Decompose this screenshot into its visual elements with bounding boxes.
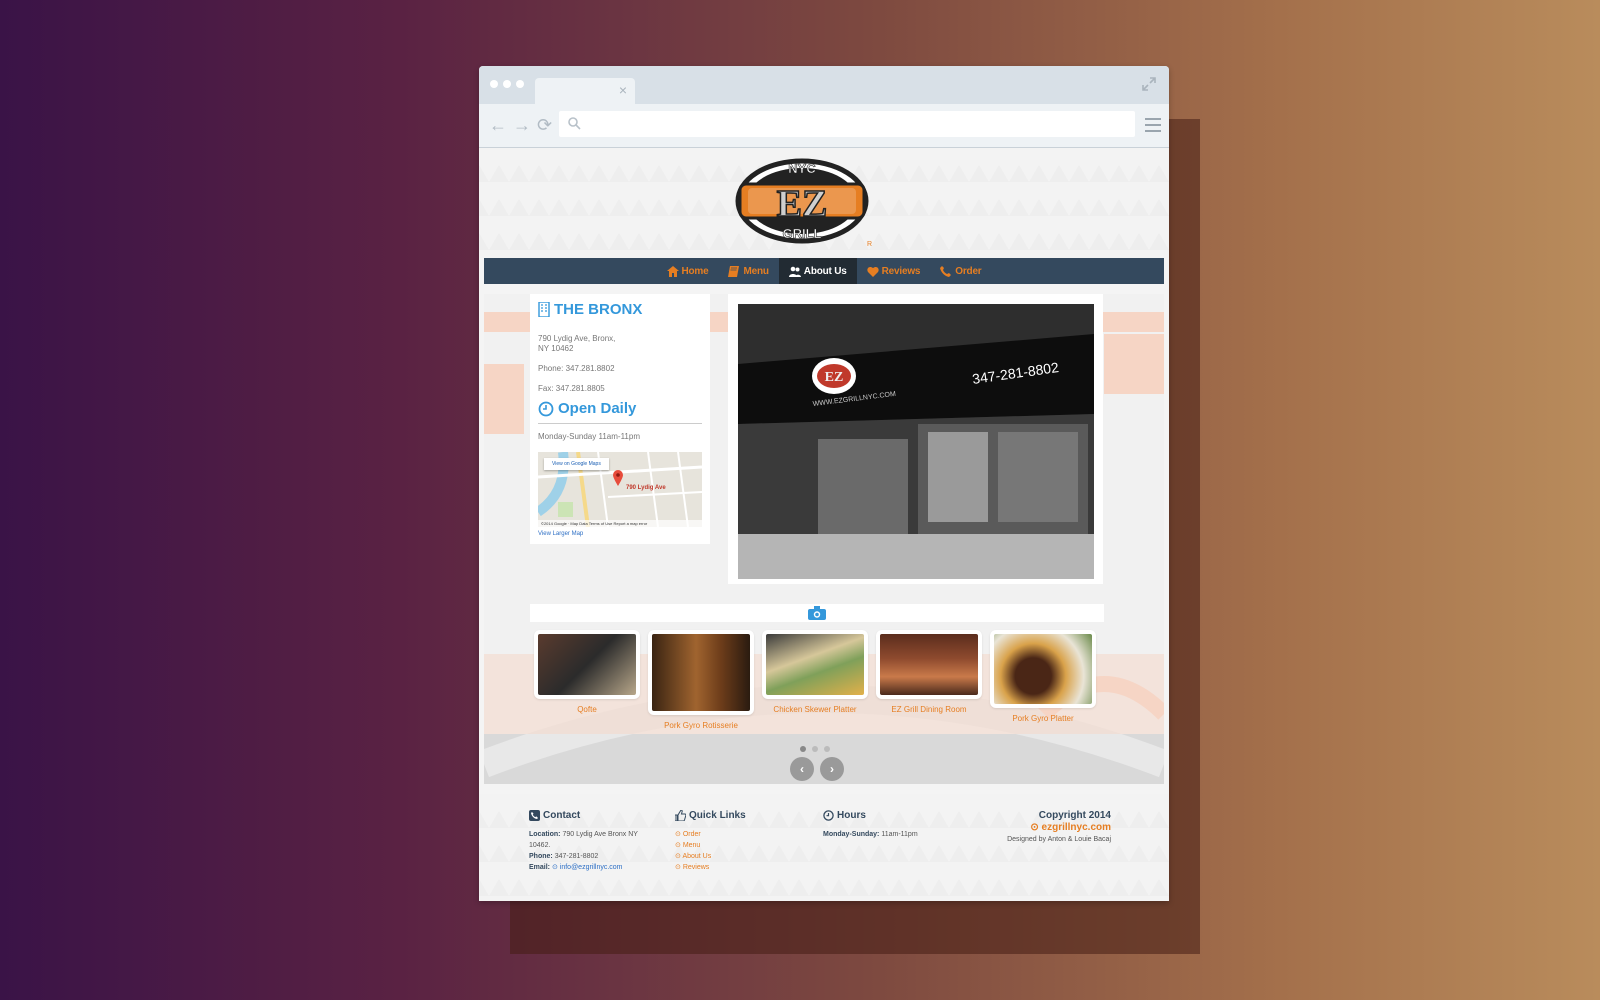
- location-title: THE BRONX: [538, 301, 702, 318]
- pager-dot[interactable]: [824, 746, 830, 752]
- email-link[interactable]: ⊙ info@ezgrillnyc.com: [552, 864, 623, 871]
- footer-copyright: Copyright 2014 ⊙ ezgrillnyc.com Designed…: [1007, 810, 1111, 843]
- search-icon: [568, 117, 581, 130]
- building-icon: [538, 302, 550, 317]
- footer-link-about-us[interactable]: ⊙ About Us: [675, 851, 795, 862]
- view-larger-map-link[interactable]: View Larger Map: [538, 531, 583, 537]
- forward-icon[interactable]: →: [513, 116, 531, 134]
- map-footer: ©2014 Google · Map Data Terms of Use Rep…: [538, 520, 702, 527]
- nav-menu[interactable]: Menu: [718, 258, 778, 284]
- pork-gyro-platter-photo: [994, 634, 1092, 704]
- ez-grill-logo[interactable]: NYC EZ GRILL R: [732, 156, 872, 248]
- site-header: NYC EZ GRILL R: [479, 148, 1169, 258]
- users-icon: [788, 266, 801, 277]
- chicken-skewer-platter-photo: [766, 634, 864, 695]
- storefront-photo: EZ WWW.EZGRILLNYC.COM 347-281-8802: [738, 304, 1094, 579]
- gallery-item[interactable]: Qofte: [534, 630, 640, 714]
- footer-quick-links-title: Quick Links: [675, 810, 795, 821]
- google-map[interactable]: View on Google Maps 790 Lydig Ave ©2014 …: [538, 452, 702, 527]
- footer-hours: Hours Monday-Sunday: 11am-11pm: [823, 810, 963, 840]
- map-pin-label: 790 Lydig Ave: [626, 485, 666, 491]
- footer-link-order[interactable]: ⊙ Order: [675, 829, 795, 840]
- browser-toolbar: ← → ⟳: [479, 104, 1169, 148]
- carousel-arrows: ‹ ›: [790, 757, 844, 781]
- location-address: 790 Lydig Ave, Bronx, NY 10462: [538, 334, 616, 353]
- svg-text:EZ: EZ: [777, 183, 828, 225]
- pager-dot[interactable]: [812, 746, 818, 752]
- footer-contact: Contact Location: 790 Lydig Ave Bronx NY…: [529, 810, 649, 873]
- svg-text:R: R: [867, 241, 872, 248]
- heart-icon: [867, 266, 879, 277]
- gallery-item[interactable]: EZ Grill Dining Room: [876, 630, 982, 714]
- footer-link-reviews[interactable]: ⊙ Reviews: [675, 862, 795, 873]
- carousel-pager: [800, 746, 830, 752]
- dining-room-photo: [880, 634, 978, 695]
- svg-text:GRILL: GRILL: [783, 226, 822, 241]
- qofte-photo: [538, 634, 636, 695]
- gallery-item[interactable]: Chicken Skewer Platter: [762, 630, 868, 714]
- thumbs-up-icon: [675, 810, 686, 821]
- pager-dot[interactable]: [800, 746, 806, 752]
- open-daily-title: Open Daily: [538, 400, 702, 424]
- storefront-photo-frame: EZ WWW.EZGRILLNYC.COM 347-281-8802: [728, 294, 1103, 584]
- web-page: NYC EZ GRILL R Home Menu About Us Review…: [479, 148, 1169, 901]
- browser-tab-strip: ×: [479, 66, 1169, 104]
- nav-about-us[interactable]: About Us: [778, 258, 857, 284]
- expand-icon[interactable]: [1141, 76, 1157, 92]
- back-icon[interactable]: ←: [489, 116, 507, 134]
- home-icon: [666, 265, 679, 277]
- hamburger-menu-icon[interactable]: [1145, 118, 1161, 132]
- svg-text:EZ: EZ: [825, 370, 844, 385]
- gallery-item[interactable]: Pork Gyro Rotisserie: [648, 630, 754, 730]
- location-fax: Fax: 347.281.8805: [538, 384, 605, 393]
- photo-gallery: Qofte Pork Gyro Rotisserie Chicken Skewe…: [530, 630, 1110, 740]
- phone-square-icon: [529, 810, 540, 821]
- view-on-google-maps-button[interactable]: View on Google Maps: [544, 458, 609, 470]
- nav-home[interactable]: Home: [657, 258, 719, 284]
- clock-icon: [538, 401, 554, 416]
- opening-hours: Monday-Sunday 11am-11pm: [538, 432, 640, 441]
- browser-window: × ← → ⟳ NYC EZ GRILL R Home Menu About U…: [479, 66, 1169, 901]
- gallery-header: [530, 604, 1104, 622]
- main-nav: Home Menu About Us Reviews Order: [484, 258, 1164, 284]
- nav-order[interactable]: Order: [930, 258, 991, 284]
- svg-text:NYC: NYC: [788, 161, 816, 176]
- map-pin-icon[interactable]: [613, 470, 623, 486]
- location-phone: Phone: 347.281.8802: [538, 364, 615, 373]
- address-bar[interactable]: [559, 111, 1135, 137]
- tab-close-icon[interactable]: ×: [619, 82, 627, 98]
- carousel-prev-button[interactable]: ‹: [790, 757, 814, 781]
- reload-icon[interactable]: ⟳: [537, 116, 552, 134]
- about-content: THE BRONX 790 Lydig Ave, Bronx, NY 10462…: [484, 294, 1164, 784]
- camera-icon: [808, 606, 826, 620]
- carousel-next-button[interactable]: ›: [820, 757, 844, 781]
- location-card: THE BRONX 790 Lydig Ave, Bronx, NY 10462…: [530, 294, 710, 544]
- book-icon: [728, 265, 740, 277]
- clock-icon: [823, 810, 834, 821]
- nav-reviews[interactable]: Reviews: [857, 258, 931, 284]
- footer-hours-title: Hours: [823, 810, 963, 821]
- pork-gyro-rotisserie-photo: [652, 634, 750, 711]
- gallery-item[interactable]: Pork Gyro Platter: [990, 630, 1096, 723]
- browser-tab[interactable]: ×: [535, 78, 635, 104]
- phone-icon: [940, 265, 952, 277]
- footer-quick-links: Quick Links ⊙ Order ⊙ Menu ⊙ About Us ⊙ …: [675, 810, 795, 873]
- footer-link-menu[interactable]: ⊙ Menu: [675, 840, 795, 851]
- footer-site-link[interactable]: ⊙ ezgrillnyc.com: [1007, 822, 1111, 834]
- footer-contact-title: Contact: [529, 810, 649, 821]
- site-footer: Contact Location: 790 Lydig Ave Bronx NY…: [479, 794, 1169, 901]
- window-controls[interactable]: [490, 80, 524, 88]
